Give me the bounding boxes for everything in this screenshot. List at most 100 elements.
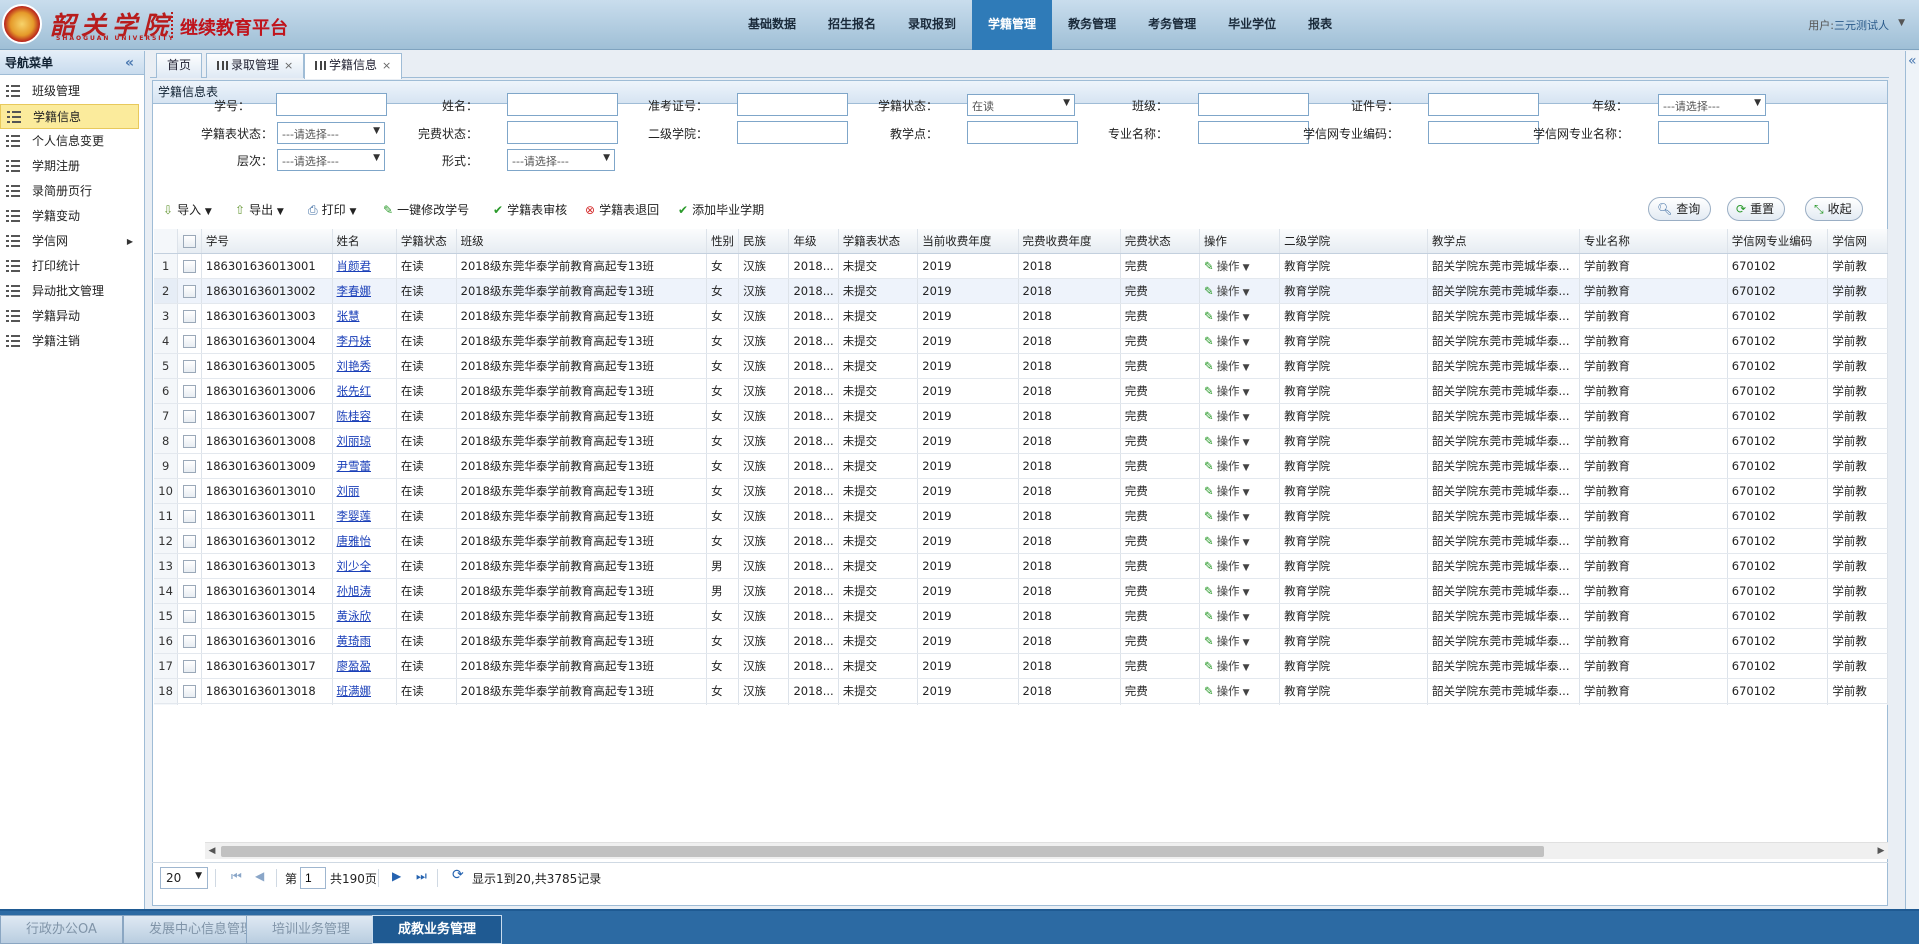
table-row[interactable]: 4 186301636013004 李丹妹 在读 2018级东莞华泰学前教育高起专13班… (154, 328, 1888, 354)
add-graduation-term-button[interactable]: ✔ 添加毕业学期 (678, 198, 764, 222)
tab-item[interactable]: 学籍信息 × (304, 53, 403, 79)
module-tab[interactable]: 培训业务管理 (246, 915, 377, 944)
close-icon[interactable]: × (382, 59, 391, 72)
first-page-icon[interactable]: ⏮ (231, 869, 242, 884)
grade-select[interactable]: ---请选择--- ▼ (1658, 94, 1766, 116)
expand-right-icon[interactable]: « (1908, 53, 1917, 69)
table-row[interactable]: 18 186301636013018 班满娜 在读 2018级东莞华泰学前教育高起专13… (154, 678, 1888, 704)
reload-icon[interactable]: ⟳ (452, 867, 464, 883)
sidebar-item[interactable]: 打印统计 (0, 254, 139, 279)
table-row[interactable]: 16 186301636013016 黄琦雨 在读 2018级东莞华泰学前教育高起专13… (154, 628, 1888, 654)
fix-student-id-button[interactable]: ✎ 一键修改学号 (383, 198, 469, 222)
sidebar-item[interactable]: 个人信息变更 (0, 129, 139, 154)
column-header[interactable]: 二级学院 (1279, 229, 1429, 254)
operation-menu-button[interactable]: ✎ 操作 ▼ (1204, 334, 1250, 348)
student-name-link[interactable]: 陈桂容 (337, 409, 372, 423)
topnav-item[interactable]: 毕业学位 (1212, 0, 1292, 50)
topnav-item[interactable]: 报表 (1292, 0, 1348, 50)
topnav-item[interactable]: 教务管理 (1052, 0, 1132, 50)
table-row[interactable]: 11 186301636013011 李婴莲 在读 2018级东莞华泰学前教育高起专13… (154, 503, 1888, 529)
operation-menu-button[interactable]: ✎ 操作 ▼ (1204, 434, 1250, 448)
student-name-link[interactable]: 刘少全 (337, 559, 372, 573)
class-input[interactable] (1198, 93, 1309, 116)
column-header[interactable]: 年级 (788, 229, 839, 254)
student-name-link[interactable]: 张先红 (337, 384, 372, 398)
form-select[interactable]: ---请选择--- ▼ (507, 149, 615, 171)
topnav-item[interactable]: 考务管理 (1132, 0, 1212, 50)
table-row[interactable]: 6 186301636013006 张先红 在读 2018级东莞华泰学前教育高起专13班… (154, 378, 1888, 404)
student-name-link[interactable]: 尹雪蕾 (337, 459, 372, 473)
close-icon[interactable]: × (284, 59, 293, 72)
column-header[interactable]: 当前收费年度 (917, 229, 1019, 254)
table-row[interactable]: 13 186301636013013 刘少全 在读 2018级东莞华泰学前教育高起专13… (154, 553, 1888, 579)
operation-menu-button[interactable]: ✎ 操作 ▼ (1204, 409, 1250, 423)
topnav-item[interactable]: 录取报到 (892, 0, 972, 50)
student-id-input[interactable] (276, 93, 387, 116)
column-header[interactable]: 专业名称 (1579, 229, 1728, 254)
tab-item[interactable]: 录取管理 × (206, 53, 305, 78)
operation-menu-button[interactable]: ✎ 操作 ▼ (1204, 684, 1250, 698)
table-row[interactable]: 3 186301636013003 张慧 在读 2018级东莞华泰学前教育高起专13班女… (154, 303, 1888, 329)
sidebar-item[interactable]: 学籍信息 (0, 104, 139, 129)
column-header[interactable]: 教学点 (1427, 229, 1580, 254)
last-page-icon[interactable]: ⏭ (416, 869, 427, 884)
student-name-link[interactable]: 肖颜君 (337, 259, 372, 273)
sidebar-item[interactable]: 学籍注销 (0, 329, 139, 354)
column-header[interactable]: 民族 (738, 229, 790, 254)
operation-menu-button[interactable]: ✎ 操作 ▼ (1204, 259, 1250, 273)
row-checkbox[interactable] (177, 353, 202, 379)
module-tab[interactable]: 行政办公OA (0, 915, 123, 944)
column-header[interactable]: 学籍状态 (396, 229, 457, 254)
name-input[interactable] (507, 93, 618, 116)
operation-menu-button[interactable]: ✎ 操作 ▼ (1204, 284, 1250, 298)
table-row[interactable]: 8 186301636013008 刘丽琼 在读 2018级东莞华泰学前教育高起专13班… (154, 428, 1888, 454)
module-tab[interactable]: 成教业务管理 (372, 915, 503, 944)
row-checkbox[interactable] (177, 603, 202, 629)
student-name-link[interactable]: 张慧 (337, 309, 360, 323)
collapse-filter-button[interactable]: ⤡ 收起 (1805, 197, 1863, 221)
student-name-link[interactable]: 廖盈盈 (337, 659, 372, 673)
user-menu-caret-icon[interactable]: ▼ (1898, 18, 1905, 28)
operation-menu-button[interactable]: ✎ 操作 ▼ (1204, 634, 1250, 648)
query-button[interactable]: 🔍︎ 查询 (1648, 197, 1712, 221)
student-name-link[interactable]: 李春娜 (337, 284, 372, 298)
status-select[interactable]: 在读 ▼ (967, 94, 1075, 116)
operation-menu-button[interactable]: ✎ 操作 ▼ (1204, 484, 1250, 498)
table-row[interactable]: 5 186301636013005 刘艳秀 在读 2018级东莞华泰学前教育高起专13班… (154, 353, 1888, 379)
column-header[interactable]: 学信网专业编码 (1727, 229, 1829, 254)
row-checkbox[interactable] (177, 428, 202, 454)
operation-menu-button[interactable]: ✎ 操作 ▼ (1204, 584, 1250, 598)
row-checkbox[interactable] (177, 278, 202, 304)
row-checkbox[interactable] (177, 403, 202, 429)
row-checkbox[interactable] (177, 653, 202, 679)
sidebar-item[interactable]: 学信网 ▶ (0, 229, 139, 254)
table-row[interactable]: 12 186301636013012 唐雅怡 在读 2018级东莞华泰学前教育高起专13… (154, 528, 1888, 554)
row-checkbox[interactable] (177, 703, 202, 705)
scroll-left-icon[interactable]: ◀ (205, 843, 219, 860)
select-all-checkbox[interactable] (177, 229, 202, 254)
column-header[interactable]: 学信网 (1827, 229, 1888, 254)
table-row[interactable]: 7 186301636013007 陈桂容 在读 2018级东莞华泰学前教育高起专13班… (154, 403, 1888, 429)
id-card-input[interactable] (1428, 93, 1539, 116)
row-checkbox[interactable] (177, 453, 202, 479)
student-name-link[interactable]: 李婴莲 (337, 509, 372, 523)
student-name-link[interactable]: 黄琦雨 (337, 634, 372, 648)
export-button[interactable]: ⇧ 导出 ▼ (235, 198, 284, 222)
reset-button[interactable]: ⟳ 重置 (1727, 197, 1786, 221)
topnav-item[interactable]: 基础数据 (732, 0, 812, 50)
column-header[interactable]: 班级 (456, 229, 708, 254)
student-name-link[interactable]: 李丹妹 (337, 334, 372, 348)
table-row[interactable]: 14 186301636013014 孙旭涛 在读 2018级东莞华泰学前教育高起专13… (154, 578, 1888, 604)
operation-menu-button[interactable]: ✎ 操作 ▼ (1204, 509, 1250, 523)
operation-menu-button[interactable]: ✎ 操作 ▼ (1204, 384, 1250, 398)
audit-button[interactable]: ✔ 学籍表审核 (493, 198, 567, 222)
horizontal-scrollbar[interactable]: ◀ ▶ (205, 842, 1888, 859)
row-checkbox[interactable] (177, 503, 202, 529)
row-checkbox[interactable] (177, 378, 202, 404)
operation-menu-button[interactable]: ✎ 操作 ▼ (1204, 659, 1250, 673)
column-header[interactable]: 操作 (1199, 229, 1281, 254)
column-header[interactable]: 性别 (706, 229, 740, 254)
prev-page-icon[interactable]: ◀ (255, 869, 264, 883)
sidebar-item[interactable]: 异动批文管理 (0, 279, 139, 304)
table-row[interactable]: 10 186301636013010 刘丽 在读 2018级东莞华泰学前教育高起专13班… (154, 478, 1888, 504)
